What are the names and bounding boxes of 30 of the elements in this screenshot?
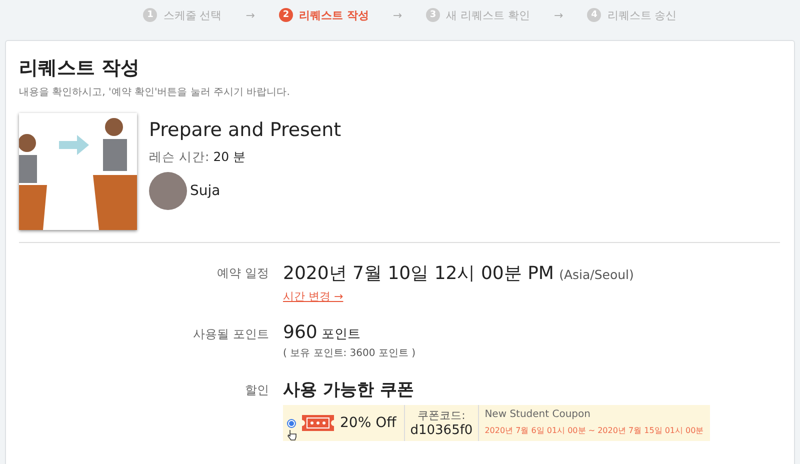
instruction-text: 내용을 확인하시고, '예약 확인'버튼을 눌러 주시기 바랍니다. <box>19 86 291 99</box>
field-label: 예약 일정 <box>216 265 269 282</box>
step-arrow: → <box>554 8 564 22</box>
lesson-title: Prepare and Present <box>149 119 342 141</box>
coupon-name: New Student Coupon <box>484 409 592 420</box>
coupon-radio[interactable] <box>287 418 296 428</box>
points-balance: ( 보유 포인트: 3600 포인트 ) <box>283 347 417 360</box>
step-arrow: → <box>246 8 255 22</box>
field-label: 사용될 포인트 <box>192 326 269 343</box>
duration-value: 20 분 <box>213 149 246 166</box>
step-number: 2 <box>278 8 293 22</box>
points-amount: 960 <box>283 322 318 343</box>
timezone: (Asia/Seoul) <box>559 267 634 282</box>
schedule-datetime: 2020년 7월 10일 12시 00분 PM <box>283 263 554 284</box>
coupon-code: d10365f0 <box>410 423 473 438</box>
coupon-heading: 사용 가능한 쿠폰 <box>283 379 415 401</box>
tutor-avatar <box>149 172 187 210</box>
change-time-link[interactable]: 시간 변경 → <box>283 289 344 304</box>
step-arrow: → <box>392 8 402 22</box>
field-label: 할인 <box>244 382 269 399</box>
duration-label: 레슨 시간: <box>149 149 210 166</box>
coupon-validity: 2020년 7월 6일 01시 00분 ~ 2020년 7월 15일 01시 00분 <box>484 425 704 436</box>
page-title: 리퀘스트 작성 <box>19 56 141 81</box>
coupon-code-label: 쿠폰코드: <box>418 408 466 423</box>
step-tab[interactable]: 2 리퀘스트 작성 <box>278 8 369 22</box>
tutor-name: Suja <box>190 183 220 199</box>
ticket-icon <box>301 414 335 432</box>
coupon-discount: 20% Off <box>340 415 396 431</box>
points-unit: 포인트 <box>321 326 360 343</box>
hand-cursor-icon <box>287 429 297 441</box>
